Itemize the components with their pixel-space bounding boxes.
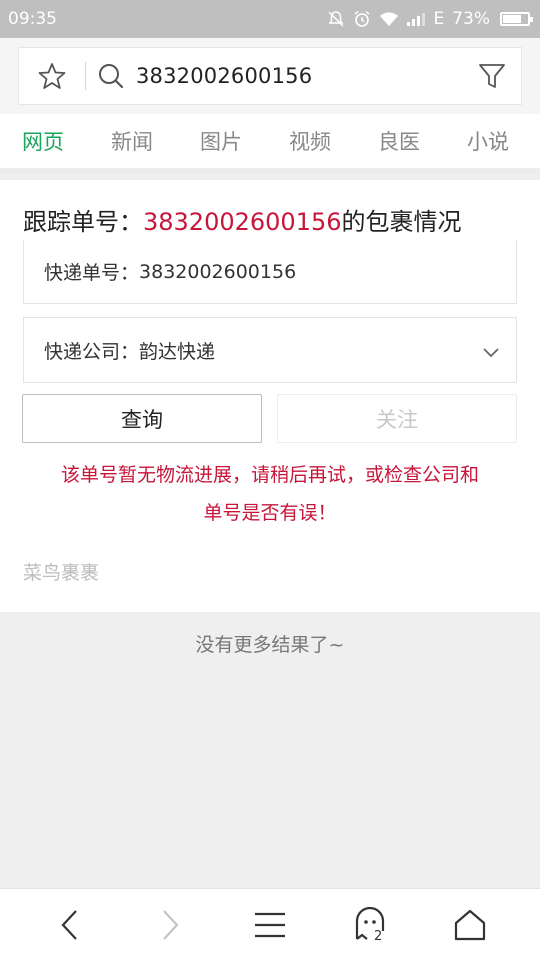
- company-value: 韵达快递: [139, 340, 216, 363]
- error-line-2: 单号是否有误！: [203, 502, 337, 524]
- search-header: 3832002600156: [0, 38, 540, 114]
- chevron-left-icon: [61, 909, 77, 940]
- tab-images[interactable]: 图片: [200, 126, 242, 156]
- tab-count-badge: 2: [374, 928, 383, 944]
- title-suffix: 的包裹情况: [341, 208, 462, 236]
- follow-button[interactable]: 关注: [277, 394, 517, 443]
- filter-icon[interactable]: [463, 62, 521, 90]
- signal-icon: [407, 11, 426, 27]
- menu-button[interactable]: [240, 895, 300, 955]
- tab-novels[interactable]: 小说: [467, 126, 509, 156]
- category-tabs: 网页 新闻 图片 视频 良医 小说: [0, 114, 540, 174]
- battery-icon: [500, 12, 533, 26]
- tab-health[interactable]: 良医: [378, 126, 420, 156]
- query-button[interactable]: 查询: [22, 394, 262, 443]
- mute-notification-icon: [327, 10, 345, 28]
- chevron-right-icon: [163, 909, 179, 940]
- network-type: E: [433, 9, 445, 29]
- no-more-results: 没有更多结果了~: [195, 634, 345, 656]
- tracking-card: 跟踪单号：3832002600156的包裹情况 快递单号： 38320026001…: [0, 180, 540, 612]
- courier-company-select[interactable]: 快递公司： 韵达快递: [23, 317, 517, 383]
- back-button[interactable]: [40, 895, 100, 955]
- title-number: 3832002600156: [143, 208, 342, 236]
- tab-news[interactable]: 新闻: [111, 126, 153, 156]
- wifi-icon: [379, 11, 399, 27]
- company-label: 快递公司：: [44, 340, 140, 363]
- star-icon[interactable]: [19, 61, 85, 91]
- tab-videos[interactable]: 视频: [289, 126, 331, 156]
- search-bar[interactable]: 3832002600156: [18, 47, 522, 105]
- tracking-label: 快递单号：: [44, 262, 140, 284]
- battery-percent: 73%: [452, 9, 490, 29]
- error-message: 该单号暂无物流进展，请稍后再试，或检查公司和 单号是否有误！: [30, 456, 510, 532]
- menu-icon: [255, 912, 285, 937]
- tab-web[interactable]: 网页: [22, 126, 64, 156]
- chevron-down-icon: [482, 342, 500, 364]
- tracking-number-field[interactable]: 快递单号： 3832002600156: [23, 240, 517, 304]
- status-bar: 09:35 E 73%: [0, 0, 540, 38]
- status-time: 09:35: [8, 9, 57, 29]
- alarm-icon: [353, 10, 371, 28]
- title-prefix: 跟踪单号：: [23, 208, 143, 236]
- source-link[interactable]: 菜鸟裹裹: [23, 558, 99, 585]
- forward-button[interactable]: [140, 895, 200, 955]
- tabs-button[interactable]: 2: [340, 895, 400, 955]
- status-icons: E 73%: [327, 9, 533, 29]
- search-input[interactable]: 3832002600156: [136, 64, 463, 88]
- search-icon: [86, 62, 136, 90]
- error-line-1: 该单号暂无物流进展，请稍后再试，或检查公司和: [60, 464, 479, 486]
- card-title[interactable]: 跟踪单号：3832002600156的包裹情况: [23, 202, 462, 237]
- home-button[interactable]: [440, 895, 500, 955]
- home-icon: [454, 909, 486, 940]
- tracking-value: 3832002600156: [139, 260, 297, 283]
- bottom-nav: 2: [0, 888, 540, 960]
